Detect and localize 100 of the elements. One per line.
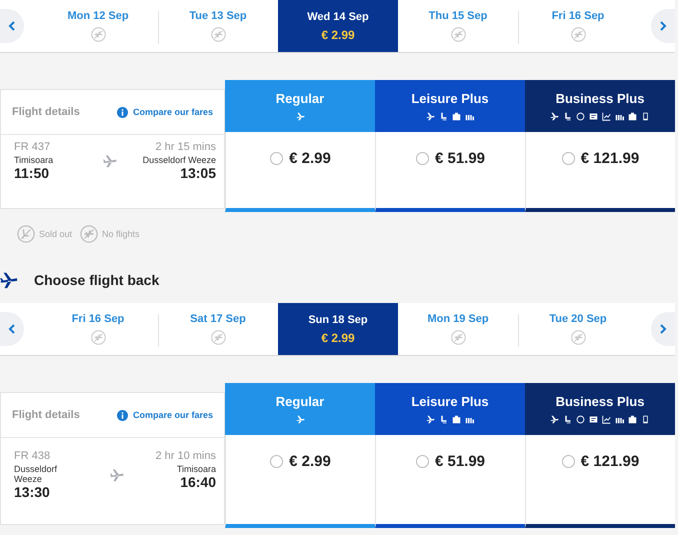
fare-price: € 51.99	[434, 150, 486, 166]
bag-icon	[628, 415, 637, 424]
chart-icon	[602, 112, 611, 121]
no-flights-icon	[90, 330, 106, 345]
date-tab[interactable]: Sat 17 Sep	[158, 303, 278, 355]
phone-icon	[641, 112, 650, 121]
flight-number: FR 438	[14, 450, 52, 462]
arrival-time: 16:40	[180, 474, 216, 490]
fare-name: Leisure Plus	[411, 91, 489, 106]
origin-city: Timisoara	[14, 155, 54, 165]
date-label: Fri 16 Sep	[72, 313, 124, 325]
previous-button[interactable]	[0, 312, 24, 346]
next-button[interactable]	[651, 312, 675, 346]
details-title: Flight details	[12, 409, 80, 421]
clock-icon	[576, 415, 585, 424]
date-label: Tue 13 Sep	[189, 10, 247, 22]
date-tab[interactable]: Fri 16 Sep	[38, 303, 158, 355]
fare-radio[interactable]	[270, 454, 284, 468]
chevron-left-icon	[7, 324, 17, 334]
seat-icon	[439, 112, 448, 121]
section-heading: Choose flight back	[34, 272, 160, 288]
date-tab[interactable]: Mon 19 Sep	[398, 303, 518, 355]
phone-icon	[641, 415, 650, 424]
date-tab[interactable]: Tue 13 Sep	[158, 0, 278, 52]
destination-city: Timisoara	[176, 464, 216, 474]
date-tab[interactable]: Mon 12 Sep	[38, 0, 158, 52]
bag-icon	[452, 415, 461, 424]
date-label: Fri 16 Sep	[552, 10, 604, 22]
fare-radio[interactable]	[562, 152, 575, 164]
date-price: € 2.99	[321, 28, 355, 42]
date-label: Sat 17 Sep	[190, 313, 246, 325]
fare-radio[interactable]	[270, 152, 284, 164]
date-tab[interactable]: Thu 15 Sep	[398, 0, 518, 52]
fare-radio[interactable]	[562, 454, 575, 468]
flight-duration: 2 hr 10 mins	[155, 450, 216, 462]
plane-icon	[426, 112, 435, 121]
bag-icon	[628, 112, 637, 121]
next-button[interactable]	[651, 9, 675, 43]
date-label: Thu 15 Sep	[428, 10, 488, 22]
plane-icon	[550, 112, 559, 121]
fare-price: € 51.99	[434, 452, 486, 470]
date-label: Mon 19 Sep	[427, 313, 489, 325]
chevron-left-icon	[7, 21, 17, 31]
flight-number: FR 437	[14, 141, 52, 153]
no-flights-icon	[570, 330, 586, 345]
date-label: Wed 14 Sep	[307, 10, 369, 22]
fare-name: Business Plus	[556, 91, 644, 106]
chevron-right-icon	[658, 324, 668, 334]
plane-icon	[110, 468, 124, 482]
bag-icon	[452, 112, 461, 121]
no-flights-icon	[450, 330, 466, 345]
plane-icon	[103, 154, 118, 168]
legend-label: No flights	[102, 229, 140, 239]
no-flights-icon	[80, 225, 98, 243]
no-flights-icon	[210, 330, 226, 345]
date-tab[interactable]: Fri 16 Sep	[518, 0, 638, 52]
info-icon	[116, 106, 128, 118]
fare-radio[interactable]	[416, 152, 429, 164]
departure-time: 13:30	[14, 484, 51, 500]
info-icon	[116, 410, 128, 420]
fare-price: € 2.99	[289, 150, 331, 166]
card-icon	[589, 415, 598, 424]
sold-out-icon	[17, 225, 35, 243]
compare-fares-link[interactable]: Compare our fares	[116, 410, 213, 420]
destination-city: Dusseldorf Weeze	[142, 155, 216, 165]
chart-icon	[602, 415, 611, 424]
date-tab[interactable]: Sun 18 Sep € 2.99	[278, 303, 398, 355]
fare-name: Regular	[276, 91, 324, 106]
plane-icon	[296, 415, 304, 424]
fare-name: Regular	[276, 394, 324, 409]
chevron-right-icon	[658, 21, 668, 31]
date-label: Mon 12 Sep	[67, 10, 129, 22]
date-label: Tue 20 Sep	[549, 313, 607, 325]
flight-duration: 2 hr 15 mins	[155, 141, 216, 153]
arrival-time: 13:05	[180, 165, 216, 181]
departure-time: 11:50	[14, 165, 50, 181]
fare-radio[interactable]	[416, 454, 429, 468]
plane-icon	[0, 271, 18, 289]
no-flights-icon	[570, 27, 586, 42]
origin-city: Dusseldorf Weeze	[14, 464, 58, 484]
date-tab[interactable]: Wed 14 Sep € 2.99	[278, 0, 398, 52]
date-price: € 2.99	[321, 330, 355, 344]
no-flights-icon	[210, 27, 226, 42]
no-flights-icon	[450, 27, 466, 42]
fare-name: Business Plus	[556, 394, 644, 409]
fare-name: Leisure Plus	[411, 394, 489, 409]
clock-icon	[576, 112, 585, 121]
plane-icon	[296, 112, 304, 121]
plane-icon	[550, 415, 559, 424]
date-label: Sun 18 Sep	[308, 314, 368, 326]
compare-fares-link[interactable]: Compare our fares	[116, 106, 213, 118]
date-tab[interactable]: Tue 20 Sep	[518, 303, 638, 355]
plane-icon	[426, 415, 435, 424]
seat-icon	[563, 415, 572, 424]
details-title: Flight details	[12, 106, 80, 118]
seat-icon	[439, 415, 448, 424]
card-icon	[589, 112, 598, 121]
no-flights-icon	[90, 27, 106, 42]
legend-label: Sold out	[39, 229, 72, 239]
previous-button[interactable]	[0, 9, 24, 43]
